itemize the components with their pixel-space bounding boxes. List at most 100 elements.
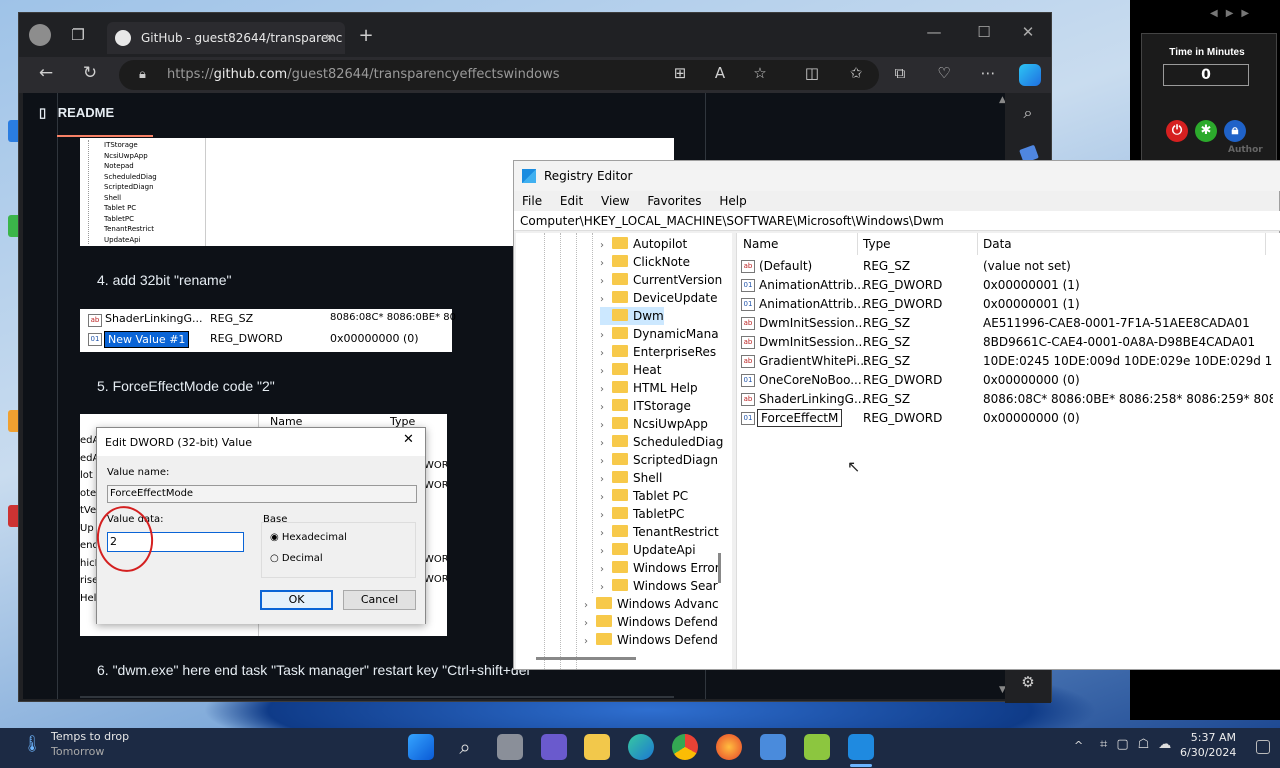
weather-icon[interactable]: 🌡︎	[22, 734, 42, 753]
tab-actions-icon[interactable]: ❐	[67, 26, 89, 44]
tab-github[interactable]: GitHub - guest82644/transparenc ✕	[107, 22, 345, 54]
minimize-icon[interactable]: —	[923, 23, 945, 41]
registry-path-bar[interactable]: Computer\HKEY_LOCAL_MACHINE\SOFTWARE\Mic…	[514, 211, 1280, 231]
app-b-icon[interactable]	[804, 734, 830, 760]
refresh-icon[interactable]: ↻	[79, 63, 101, 83]
tree-item[interactable]: › ScheduledDiag	[600, 433, 723, 451]
tree-item[interactable]: › Windows Advanc	[584, 595, 719, 613]
notification-icon[interactable]	[1256, 740, 1270, 754]
menu-edit[interactable]: Edit	[560, 194, 583, 208]
tree-item[interactable]: › Shell	[600, 469, 662, 487]
tree-item[interactable]: › DeviceUpdate	[600, 289, 718, 307]
value-row[interactable]: ab GradientWhitePi... REG_SZ 10DE:0245 10DE…	[737, 352, 1280, 371]
meet-icon[interactable]	[541, 734, 567, 760]
chevron-right-icon[interactable]: ›	[584, 633, 596, 651]
value-row[interactable]: 01 AnimationAttrib... REG_DWORD 0x00000001 …	[737, 295, 1280, 314]
decimal-radio[interactable]: ○ Decimal	[270, 553, 323, 564]
tree-item[interactable]: Dwm	[600, 307, 664, 325]
start-icon[interactable]	[408, 734, 434, 760]
ok-button[interactable]: OK	[260, 590, 333, 610]
hex-radio[interactable]: ◉ Hexadecimal	[270, 532, 347, 543]
readme-header[interactable]: ▯ README	[39, 105, 114, 121]
column-data[interactable]: Data	[983, 237, 1012, 251]
copilot-icon[interactable]	[1019, 64, 1041, 86]
apps-icon[interactable]: ⊞	[669, 64, 691, 82]
menu-favorites[interactable]: Favorites	[647, 194, 701, 208]
value-row[interactable]: ab DwmInitSession... REG_SZ 8BD9661C-CAE4-0…	[737, 333, 1280, 352]
tree-item[interactable]: › TenantRestrict	[600, 523, 719, 541]
value-row[interactable]: ab DwmInitSession... REG_SZ AE511996-CAE8-0…	[737, 314, 1280, 333]
favorite-star-icon[interactable]: ☆	[749, 64, 771, 82]
value-row[interactable]: 01 ForceEffectM REG_DWORD 0x00000000 (0)	[737, 409, 1280, 428]
tree-item[interactable]: › Windows Error	[600, 559, 720, 577]
tree-item[interactable]: › HTML Help	[600, 379, 698, 397]
widget-nav-arrows[interactable]: ◀▶▶	[1210, 8, 1257, 19]
search-icon[interactable]: ⌕	[452, 734, 478, 760]
settings-gear-icon[interactable]: ⚙	[1017, 673, 1039, 691]
tree-item[interactable]: › CurrentVersion	[600, 271, 722, 289]
column-name[interactable]: Name	[743, 237, 778, 251]
file-explorer-icon[interactable]	[584, 734, 610, 760]
lock-icon[interactable]: 🔒︎	[1224, 120, 1246, 142]
task-view-icon[interactable]	[497, 734, 523, 760]
tree-item[interactable]: › Windows Defend	[584, 613, 718, 631]
rename-input[interactable]: ForceEffectM	[757, 409, 843, 427]
back-icon[interactable]: ←	[35, 63, 57, 83]
tree-scroll-thumb[interactable]	[718, 553, 721, 583]
collections-icon[interactable]: ⧉	[889, 64, 911, 82]
tree-item[interactable]: › Heat	[600, 361, 661, 379]
tree-item[interactable]: › ITStorage	[600, 397, 691, 415]
value-row[interactable]: ab ShaderLinkingG... REG_SZ 8086:08C* 8086:…	[737, 390, 1280, 409]
regedit-menubar: File Edit View Favorites Help	[514, 191, 1280, 211]
menu-file[interactable]: File	[522, 194, 542, 208]
favorites-icon[interactable]: ✩	[845, 64, 867, 82]
regedit-taskbar-icon[interactable]	[848, 734, 874, 760]
read-aloud-icon[interactable]: A	[709, 64, 731, 82]
column-type[interactable]: Type	[863, 237, 891, 251]
value-name-field[interactable]: ForceEffectMode	[107, 485, 417, 503]
tree-item[interactable]: › Tablet PC	[600, 487, 688, 505]
tree-item[interactable]: › Autopilot	[600, 235, 687, 253]
close-tab-icon[interactable]: ✕	[325, 22, 335, 54]
value-row[interactable]: 01 OneCoreNoBoo... REG_DWORD 0x00000000 (0)	[737, 371, 1280, 390]
dword-value-icon: 01	[741, 374, 755, 387]
recycle-icon[interactable]: ✱	[1195, 120, 1217, 142]
edge-icon[interactable]	[628, 734, 654, 760]
value-row[interactable]: ab (Default) REG_SZ (value not set)	[737, 257, 1280, 276]
registry-editor-window: Registry Editor File Edit View Favorites…	[513, 160, 1280, 670]
profile-avatar[interactable]	[29, 24, 51, 46]
store-icon[interactable]	[760, 734, 786, 760]
split-screen-icon[interactable]: ◫	[801, 64, 823, 82]
cancel-button[interactable]: Cancel	[343, 590, 416, 610]
tree-item[interactable]: › Windows Defend	[584, 631, 718, 649]
tree-item[interactable]: › DynamicMana	[600, 325, 719, 343]
clock-date[interactable]: 6/30/2024	[1180, 746, 1236, 759]
tree-item[interactable]: › TabletPC	[600, 505, 684, 523]
maximize-icon[interactable]: ☐	[973, 23, 995, 41]
clock-time[interactable]: 5:37 AM	[1188, 731, 1236, 744]
firefox-icon[interactable]	[716, 734, 742, 760]
value-row[interactable]: 01 AnimationAttrib... REG_DWORD 0x00000001 …	[737, 276, 1280, 295]
tree-item[interactable]: › UpdateApi	[600, 541, 696, 559]
tree-item[interactable]: › Windows Sear	[600, 577, 718, 595]
health-icon[interactable]: ♡	[933, 64, 955, 82]
weather-title[interactable]: Temps to drop	[51, 730, 129, 743]
menu-view[interactable]: View	[601, 194, 629, 208]
new-tab-icon[interactable]: +	[355, 25, 377, 46]
tree-item[interactable]: › EnterpriseRes	[600, 343, 716, 361]
chevron-up-icon[interactable]: ^	[1074, 739, 1083, 752]
chrome-icon[interactable]	[672, 734, 698, 760]
tree-item[interactable]: › ScriptedDiagn	[600, 451, 718, 469]
string-value-icon: ab	[88, 314, 102, 327]
power-icon[interactable]: ⏻	[1166, 120, 1188, 142]
close-window-icon[interactable]: ✕	[1017, 23, 1039, 41]
tree-item[interactable]: › ClickNote	[600, 253, 690, 271]
menu-help[interactable]: Help	[719, 194, 746, 208]
tree-hscroll-thumb[interactable]	[536, 657, 636, 660]
tray-icons[interactable]: ⌗▢☖☁	[1100, 737, 1180, 752]
folder-icon	[612, 309, 628, 321]
more-icon[interactable]: ⋯	[977, 64, 999, 82]
search-icon[interactable]: ⌕	[1017, 103, 1039, 123]
tree-item[interactable]: › NcsiUwpApp	[600, 415, 708, 433]
dialog-close-icon[interactable]: ✕	[403, 432, 414, 447]
